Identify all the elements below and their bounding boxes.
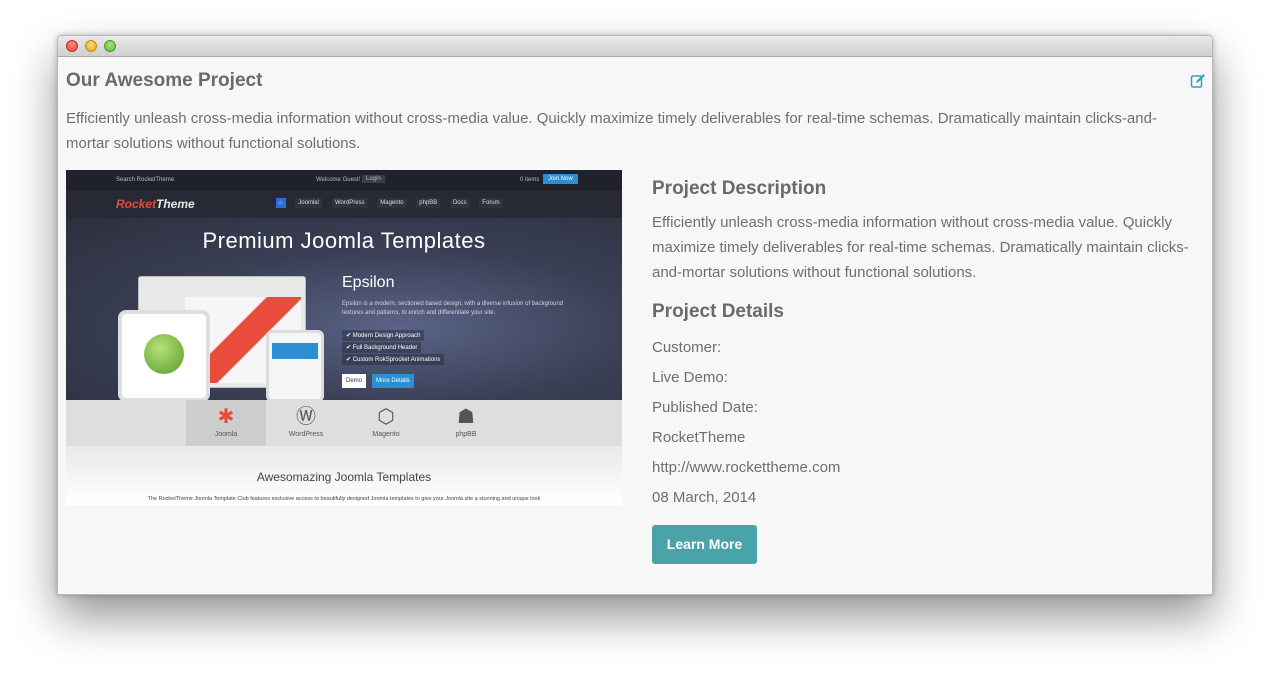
screenshot-nav-item: phpBB — [416, 198, 441, 208]
app-window: Our Awesome Project Efficiently unleash … — [57, 35, 1213, 595]
screenshot-nav-item: Magento — [377, 198, 407, 208]
screenshot-theme-name: Epsilon — [342, 274, 395, 291]
detail-row: RocketTheme — [652, 429, 746, 446]
detail-row: Published Date: — [652, 399, 758, 416]
screenshot-demo-button: Demo — [342, 374, 367, 388]
screenshot-cms-magento: ⬡ Magento — [372, 406, 400, 438]
screenshot-footer: Awesomazing Joomla Templates The RocketT… — [66, 446, 622, 505]
details-heading: Project Details — [652, 301, 784, 322]
description-text: Efficiently unleash cross-media informat… — [652, 214, 1189, 281]
joomla-icon: ✱ — [217, 406, 235, 428]
wordpress-icon: Ⓦ — [296, 406, 316, 428]
screenshot-footer-text: The RocketTheme Joomla Template Club fea… — [147, 496, 541, 502]
screenshot-cms-strip: ✱ Joomla Ⓦ WordPress ⬡ Magento ☗ phpBB — [66, 400, 622, 446]
minimize-window-button[interactable] — [85, 40, 97, 52]
project-details-panel: Project Description Efficiently unleash … — [652, 178, 1204, 564]
screenshot-nav-item: WordPress — [331, 198, 368, 208]
screenshot-login: Login — [362, 175, 385, 183]
zoom-window-button[interactable] — [104, 40, 116, 52]
edit-icon[interactable] — [1190, 73, 1206, 89]
detail-row: 08 March, 2014 — [652, 489, 757, 506]
project-intro: Efficiently unleash cross-media informat… — [66, 110, 1157, 152]
screenshot-welcome: Welcome Guest! — [316, 177, 361, 183]
detail-row: Customer: — [652, 339, 722, 356]
magento-icon: ⬡ — [377, 406, 395, 428]
screenshot-hero: Premium Joomla Templates Epsilon Epsilon… — [66, 218, 622, 402]
screenshot-cart: 0 items — [520, 177, 540, 183]
screenshot-footer-title: Awesomazing Joomla Templates — [256, 470, 432, 484]
project-title: Our Awesome Project — [66, 70, 263, 91]
screenshot-phone-device — [266, 330, 324, 402]
screenshot-cms-joomla: ✱ Joomla — [186, 400, 266, 446]
screenshot-theme-text: Epsilon is a modern, sectioned based des… — [342, 301, 564, 316]
screenshot-feature: ✔ Modern Design Approach — [342, 330, 425, 341]
screenshot-join: Join Now — [543, 174, 578, 184]
screenshot-logo: RocketTheme — [116, 197, 195, 211]
detail-row: Live Demo: — [652, 369, 728, 386]
screenshot-cms-wordpress: Ⓦ WordPress — [288, 406, 324, 438]
page-content: Our Awesome Project Efficiently unleash … — [58, 58, 1212, 594]
screenshot-nav-item: Joomla! — [295, 198, 323, 208]
screenshot-feature: ✔ Full Background Header — [342, 342, 422, 353]
screenshot-tablet-device — [118, 310, 210, 402]
screenshot-feature: ✔ Custom RokSprocket Animations — [342, 354, 445, 365]
screenshot-topbar: Search RocketTheme Welcome Guest! Login … — [66, 170, 622, 191]
detail-row: http://www.rockettheme.com — [652, 459, 841, 476]
screenshot-search-label: Search RocketTheme — [116, 177, 175, 183]
screenshot-cms-phpbb: ☗ phpBB — [455, 406, 477, 438]
project-screenshot: Search RocketTheme Welcome Guest! Login … — [66, 170, 622, 505]
close-window-button[interactable] — [66, 40, 78, 52]
title-bar — [58, 36, 1212, 57]
screenshot-nav: ⌂ Joomla! WordPress Magento phpBB Docs F… — [276, 198, 511, 208]
screenshot-hero-title: Premium Joomla Templates — [202, 228, 486, 253]
description-heading: Project Description — [652, 178, 827, 199]
screenshot-navbar: RocketTheme ⌂ Joomla! WordPress Magento … — [66, 191, 622, 218]
details-list: Customer: Live Demo: Published Date: Roc… — [652, 333, 1204, 513]
screenshot-nav-item: Docs — [449, 198, 470, 208]
screenshot-details-button: More Details — [372, 374, 414, 388]
phpbb-icon: ☗ — [457, 406, 475, 428]
screenshot-nav-item: Forum — [479, 198, 503, 208]
learn-more-button[interactable]: Learn More — [652, 525, 757, 564]
